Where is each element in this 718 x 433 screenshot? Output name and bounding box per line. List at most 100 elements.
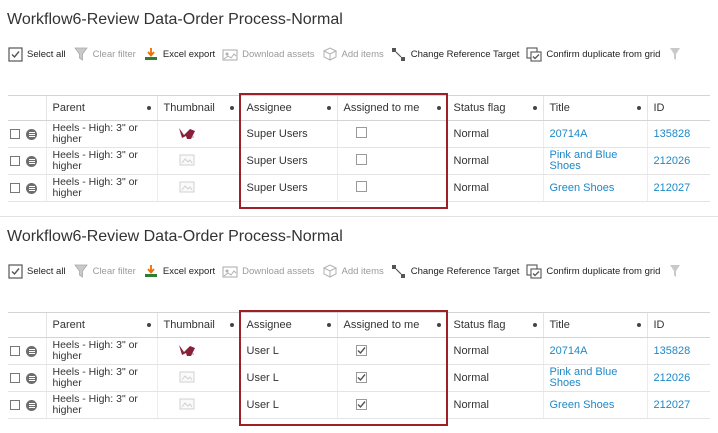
row-checkbox[interactable] bbox=[10, 346, 20, 356]
excel-export-button[interactable]: Excel export bbox=[143, 263, 215, 279]
id-link[interactable]: 212026 bbox=[654, 372, 691, 384]
confirm-duplicate-button[interactable]: Confirm duplicate from grid bbox=[526, 263, 660, 279]
assigned-checkbox[interactable] bbox=[355, 154, 367, 165]
table-row[interactable]: Heels - High: 3" or higher User L Normal Gr… bbox=[8, 391, 710, 419]
row-menu-icon[interactable] bbox=[26, 182, 37, 194]
column-menu-dot-icon[interactable] bbox=[146, 323, 151, 327]
change-reference-target-button-label: Change Reference Target bbox=[410, 265, 520, 277]
more-filter-button[interactable] bbox=[667, 46, 687, 62]
cell-parent: Heels - High: 3" or higher bbox=[45, 364, 157, 392]
add-items-button[interactable]: Add items bbox=[322, 46, 384, 62]
placeholder-image-icon[interactable] bbox=[178, 369, 196, 385]
column-menu-dot-icon[interactable] bbox=[532, 323, 537, 327]
download-assets-button[interactable]: Download assets bbox=[222, 46, 315, 62]
column-header-parent[interactable]: Parent bbox=[45, 95, 157, 121]
column-header-title[interactable]: Title bbox=[542, 95, 647, 121]
row-menu-icon[interactable] bbox=[26, 372, 37, 384]
red-shoe-icon[interactable] bbox=[178, 125, 196, 141]
id-link[interactable]: 212026 bbox=[654, 155, 691, 167]
column-menu-dot-icon[interactable] bbox=[436, 323, 441, 327]
row-select-cell bbox=[8, 391, 46, 419]
table-row[interactable]: Heels - High: 3" or higher User L Normal 20… bbox=[8, 337, 710, 365]
placeholder-image-icon[interactable] bbox=[178, 396, 196, 412]
placeholder-image-icon[interactable] bbox=[178, 152, 196, 168]
row-checkbox[interactable] bbox=[10, 373, 20, 383]
column-header-assigned-to-me[interactable]: Assigned to me bbox=[336, 95, 447, 121]
column-header-parent[interactable]: Parent bbox=[45, 312, 157, 338]
row-controls bbox=[10, 372, 46, 384]
column-header-status-flag[interactable]: Status flag bbox=[446, 95, 543, 121]
column-header-thumbnail[interactable]: Thumbnail bbox=[156, 95, 240, 121]
title-link[interactable]: Pink and Blue Shoes bbox=[550, 367, 647, 389]
title-link[interactable]: Green Shoes bbox=[550, 182, 647, 194]
column-header-assignee[interactable]: Assignee bbox=[239, 95, 337, 121]
id-link[interactable]: 212027 bbox=[654, 182, 691, 194]
id-link[interactable]: 135828 bbox=[654, 345, 691, 357]
download-assets-button[interactable]: Download assets bbox=[222, 263, 315, 279]
add-items-button[interactable]: Add items bbox=[322, 263, 384, 279]
title-link[interactable]: Pink and Blue Shoes bbox=[550, 150, 647, 172]
column-header-assignee[interactable]: Assignee bbox=[239, 312, 337, 338]
column-menu-dot-icon[interactable] bbox=[636, 323, 641, 327]
column-menu-dot-icon[interactable] bbox=[229, 323, 234, 327]
id-link[interactable]: 212027 bbox=[654, 399, 691, 411]
column-header-thumbnail[interactable]: Thumbnail bbox=[156, 312, 240, 338]
column-menu-dot-icon[interactable] bbox=[326, 106, 331, 110]
column-menu-dot-icon[interactable] bbox=[326, 323, 331, 327]
row-menu-icon[interactable] bbox=[26, 155, 37, 167]
data-grid: Parent Thumbnail Assignee Assigned to me Sta… bbox=[8, 95, 710, 202]
change-reference-target-button[interactable]: Change Reference Target bbox=[391, 46, 519, 62]
row-checkbox[interactable] bbox=[10, 156, 20, 166]
column-header-title[interactable]: Title bbox=[542, 312, 647, 338]
select-all-button[interactable]: Select all bbox=[7, 46, 66, 62]
column-header-status-flag[interactable]: Status flag bbox=[446, 312, 543, 338]
assigned-checkbox-checked[interactable] bbox=[355, 371, 367, 383]
column-menu-dot-icon[interactable] bbox=[229, 106, 234, 110]
column-header-id[interactable]: ID bbox=[646, 95, 710, 121]
column-header-assigned-to-me[interactable]: Assigned to me bbox=[336, 312, 447, 338]
change-reference-target-button[interactable]: Change Reference Target bbox=[391, 263, 520, 279]
status-flag-text: Normal bbox=[453, 155, 489, 167]
excel-export-button[interactable]: Excel export bbox=[143, 46, 215, 62]
confirm-duplicate-button[interactable]: Confirm duplicate from grid bbox=[526, 46, 660, 62]
row-menu-icon[interactable] bbox=[26, 128, 37, 140]
cell-id: 135828 bbox=[646, 337, 710, 365]
status-flag-text: Normal bbox=[453, 345, 489, 357]
table-row[interactable]: Heels - High: 3" or higher Super Users Nor… bbox=[8, 147, 710, 175]
parent-text: Heels - High: 3" or higher bbox=[52, 366, 138, 389]
table-row[interactable]: Heels - High: 3" or higher User L Normal Pi… bbox=[8, 364, 710, 392]
cell-parent: Heels - High: 3" or higher bbox=[45, 391, 157, 419]
red-shoe-icon[interactable] bbox=[178, 342, 196, 358]
assigned-checkbox-checked[interactable] bbox=[355, 344, 367, 356]
row-checkbox[interactable] bbox=[10, 400, 20, 410]
cell-parent: Heels - High: 3" or higher bbox=[45, 147, 157, 175]
row-menu-icon[interactable] bbox=[26, 345, 37, 357]
select-all-button[interactable]: Select all bbox=[7, 263, 66, 279]
row-checkbox[interactable] bbox=[10, 129, 20, 139]
column-header-id[interactable]: ID bbox=[646, 312, 710, 338]
column-menu-dot-icon[interactable] bbox=[436, 106, 441, 110]
assignee-text: Super Users bbox=[246, 128, 308, 140]
select-all-button-label: Select all bbox=[27, 265, 66, 277]
table-row[interactable]: Heels - High: 3" or higher Super Users Nor… bbox=[8, 120, 710, 148]
clear-filter-button[interactable]: Clear filter bbox=[73, 263, 136, 279]
placeholder-image-icon[interactable] bbox=[178, 179, 196, 195]
row-checkbox[interactable] bbox=[10, 183, 20, 193]
title-link[interactable]: Green Shoes bbox=[550, 399, 647, 411]
more-filter-button[interactable] bbox=[667, 263, 687, 279]
title-link[interactable]: 20714A bbox=[550, 128, 647, 140]
row-menu-icon[interactable] bbox=[26, 399, 37, 411]
column-menu-dot-icon[interactable] bbox=[636, 106, 641, 110]
column-header-title-label: Title bbox=[549, 102, 570, 114]
id-link[interactable]: 135828 bbox=[654, 128, 691, 140]
title-link[interactable]: 20714A bbox=[550, 345, 647, 357]
clear-filter-button[interactable]: Clear filter bbox=[73, 46, 136, 62]
assigned-checkbox-checked[interactable] bbox=[355, 398, 367, 410]
table-row[interactable]: Heels - High: 3" or higher Super Users Nor… bbox=[8, 174, 710, 202]
cell-title: 20714A bbox=[542, 120, 647, 148]
column-menu-dot-icon[interactable] bbox=[146, 106, 151, 110]
column-menu-dot-icon[interactable] bbox=[532, 106, 537, 110]
assigned-checkbox[interactable] bbox=[355, 181, 367, 192]
assigned-checkbox[interactable] bbox=[355, 127, 367, 138]
filter-icon bbox=[667, 46, 683, 62]
